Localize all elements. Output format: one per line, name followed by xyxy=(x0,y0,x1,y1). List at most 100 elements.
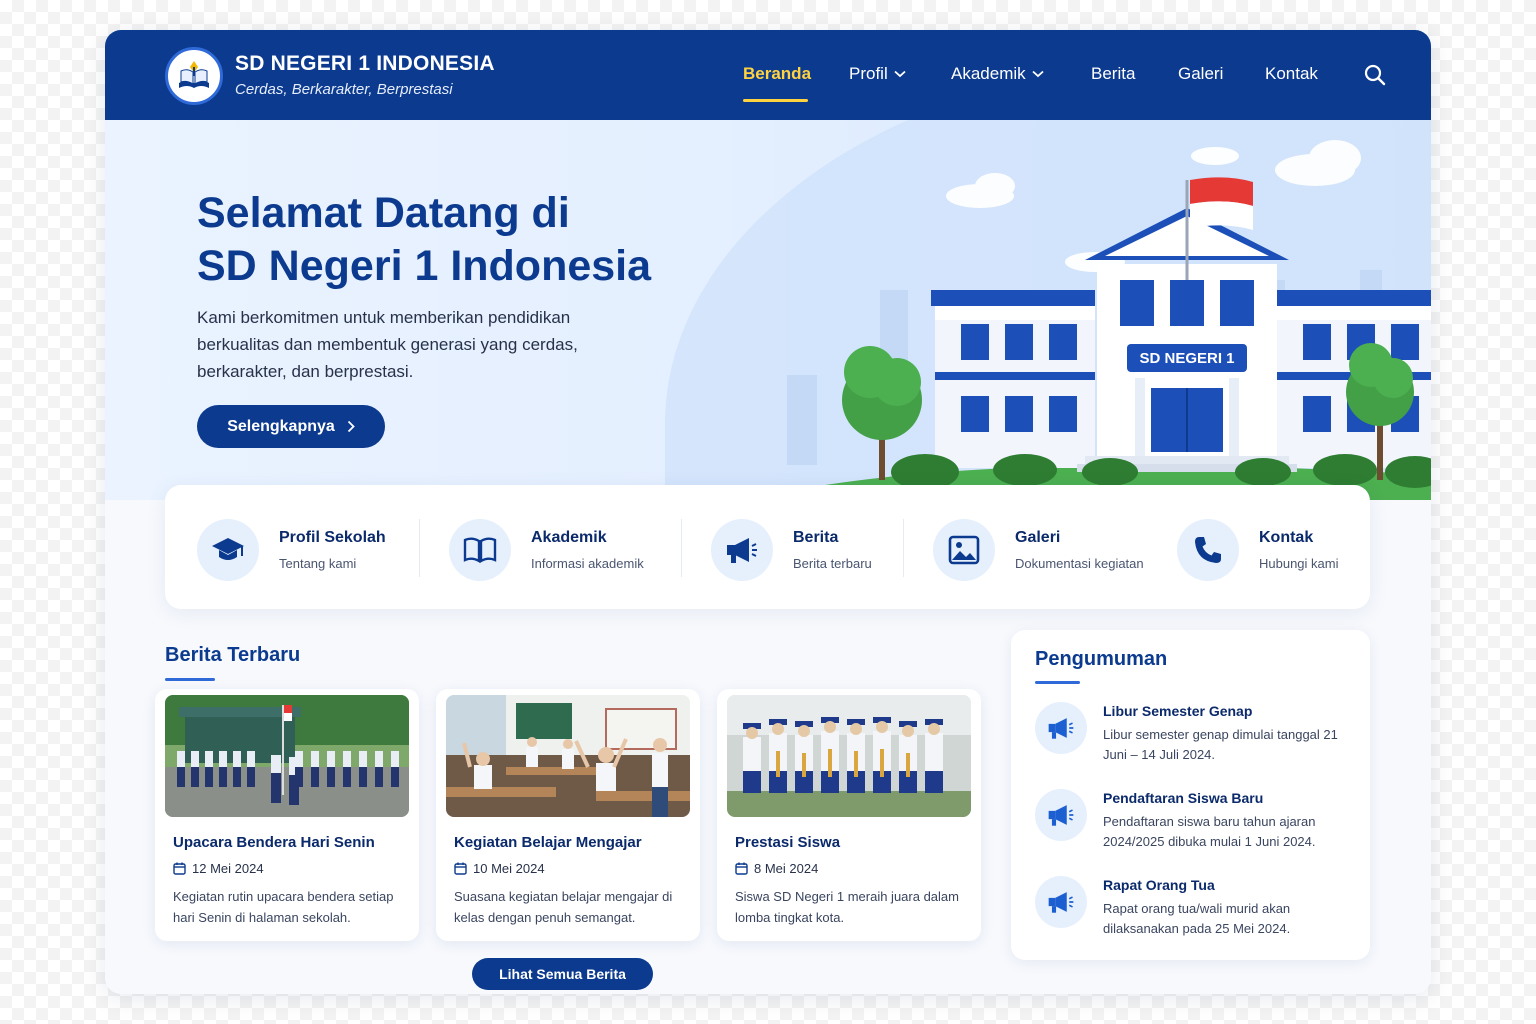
book-icon xyxy=(463,537,497,564)
news-date: 12 Mei 2024 xyxy=(173,861,264,876)
nav-item-akademik[interactable]: Akademik xyxy=(951,64,1044,84)
chevron-right-icon xyxy=(347,420,355,433)
hero-more-button[interactable]: Selengkapnya xyxy=(197,405,385,448)
quick-link-kontak[interactable]: Kontak Hubungi kami xyxy=(1177,519,1339,581)
news-card[interactable]: Kegiatan Belajar Mengajar 10 Mei 2024 Su… xyxy=(436,689,700,941)
nav-label: Berita xyxy=(1091,64,1136,83)
hero-section: Selamat Datang di SD Negeri 1 Indonesia … xyxy=(105,120,1431,500)
quick-links-bar: Profil Sekolah Tentang kami Akademik Inf… xyxy=(165,485,1370,609)
announcement-icon-wrap xyxy=(1035,876,1087,928)
news-date-text: 10 Mei 2024 xyxy=(473,861,545,876)
graduation-cap-icon xyxy=(212,538,244,560)
news-date: 10 Mei 2024 xyxy=(454,861,545,876)
announcement-icon-wrap xyxy=(1035,702,1087,754)
announcement-title: Rapat Orang Tua xyxy=(1103,877,1215,893)
quick-link-subtitle: Hubungi kami xyxy=(1259,556,1339,571)
quick-link-title: Profil Sekolah xyxy=(279,529,386,546)
quick-link-subtitle: Berita terbaru xyxy=(793,556,872,571)
announcement-item[interactable]: Rapat Orang Tua Rapat orang tua/wali mur… xyxy=(1035,876,1343,939)
school-tagline: Cerdas, Berkarakter, Berprestasi xyxy=(235,81,453,98)
divider xyxy=(681,519,682,577)
nav-active-indicator xyxy=(743,99,808,102)
hero-button-label: Selengkapnya xyxy=(227,417,335,435)
quick-link-akademik[interactable]: Akademik Informasi akademik xyxy=(449,519,644,581)
school-name: SD NEGERI 1 INDONESIA xyxy=(235,52,495,75)
quick-icon-wrap xyxy=(1177,519,1239,581)
news-title-underline xyxy=(165,678,215,681)
image-icon xyxy=(948,535,980,565)
announcement-panel: Pengumuman Libur Semester Genap Libur se… xyxy=(1011,630,1370,960)
chevron-down-icon xyxy=(1032,70,1044,78)
news-card[interactable]: Upacara Bendera Hari Senin 12 Mei 2024 K… xyxy=(155,689,419,941)
hero-title-line1: Selamat Datang di xyxy=(197,189,570,237)
news-excerpt: Siswa SD Negeri 1 meraih juara dalam lom… xyxy=(735,889,959,925)
calendar-icon xyxy=(454,862,467,875)
news-excerpt: Suasana kegiatan belajar mengajar di kel… xyxy=(454,889,673,925)
nav-label: Kontak xyxy=(1265,64,1318,83)
chevron-down-icon xyxy=(894,70,906,78)
all-news-button[interactable]: Lihat Semua Berita xyxy=(472,958,653,990)
news-section-title: Berita Terbaru xyxy=(165,644,301,666)
announcement-text: Libur semester genap dimulai tanggal 21 … xyxy=(1103,727,1338,762)
quick-link-subtitle: Informasi akademik xyxy=(531,556,644,571)
book-emblem-icon xyxy=(179,61,209,88)
news-image-prestasi xyxy=(727,695,971,817)
quick-link-title: Galeri xyxy=(1015,529,1061,546)
quick-link-profil[interactable]: Profil Sekolah Tentang kami xyxy=(197,519,386,581)
megaphone-icon xyxy=(1048,718,1074,739)
quick-icon-wrap xyxy=(449,519,511,581)
calendar-icon xyxy=(173,862,186,875)
nav-label: Beranda xyxy=(743,64,812,83)
news-title: Kegiatan Belajar Mengajar xyxy=(454,834,642,851)
news-image-upacara xyxy=(165,695,409,817)
megaphone-icon xyxy=(1048,805,1074,826)
page-frame: SD NEGERI 1 INDONESIA Cerdas, Berkarakte… xyxy=(105,30,1431,994)
news-title: Prestasi Siswa xyxy=(735,834,841,851)
site-header: SD NEGERI 1 INDONESIA Cerdas, Berkarakte… xyxy=(105,30,1431,120)
nav-item-profil[interactable]: Profil xyxy=(849,64,906,84)
nav-item-berita[interactable]: Berita xyxy=(1091,64,1135,84)
hero-title-line2: SD Negeri 1 Indonesia xyxy=(197,242,652,290)
announcement-icon-wrap xyxy=(1035,789,1087,841)
divider xyxy=(419,519,420,577)
news-image-kelas xyxy=(446,695,690,817)
news-date: 8 Mei 2024 xyxy=(735,861,818,876)
divider xyxy=(903,519,904,577)
phone-icon xyxy=(1195,537,1221,563)
announcement-title: Libur Semester Genap xyxy=(1103,703,1253,719)
quick-icon-wrap xyxy=(197,519,259,581)
news-card[interactable]: Prestasi Siswa 8 Mei 2024 Siswa SD Neger… xyxy=(717,689,981,941)
news-title: Upacara Bendera Hari Senin xyxy=(173,834,375,851)
megaphone-icon xyxy=(727,538,757,563)
announcement-item[interactable]: Libur Semester Genap Libur semester gena… xyxy=(1035,702,1343,765)
search-button[interactable] xyxy=(1363,63,1387,92)
building-sign-text: SD NEGERI 1 xyxy=(1139,350,1234,367)
nav-label: Galeri xyxy=(1178,64,1224,83)
announcement-section-title: Pengumuman xyxy=(1035,648,1168,670)
quick-link-subtitle: Dokumentasi kegiatan xyxy=(1015,556,1144,571)
calendar-icon xyxy=(735,862,748,875)
nav-item-galeri[interactable]: Galeri xyxy=(1178,64,1223,84)
news-date-text: 12 Mei 2024 xyxy=(192,861,264,876)
announcement-title: Pendaftaran Siswa Baru xyxy=(1103,790,1264,806)
nav-item-kontak[interactable]: Kontak xyxy=(1265,64,1318,84)
news-date-text: 8 Mei 2024 xyxy=(754,861,819,876)
school-logo[interactable] xyxy=(165,47,223,105)
megaphone-icon xyxy=(1048,892,1074,913)
quick-link-berita[interactable]: Berita Berita terbaru xyxy=(711,519,872,581)
announcement-text: Rapat orang tua/wali murid akan dilaksan… xyxy=(1103,901,1291,936)
nav-item-beranda[interactable]: Beranda xyxy=(743,64,811,84)
school-building-illustration: SD NEGERI 1 xyxy=(787,140,1431,500)
announcement-text: Pendaftaran siswa baru tahun ajaran 2024… xyxy=(1103,814,1316,849)
hero-description: Kami berkomitmen untuk memberikan pendid… xyxy=(197,308,578,381)
quick-link-galeri[interactable]: Galeri Dokumentasi kegiatan xyxy=(933,519,1144,581)
news-excerpt: Kegiatan rutin upacara bendera setiap ha… xyxy=(173,889,394,925)
quick-link-title: Akademik xyxy=(531,529,607,546)
quick-icon-wrap xyxy=(933,519,995,581)
quick-icon-wrap xyxy=(711,519,773,581)
announcement-item[interactable]: Pendaftaran Siswa Baru Pendaftaran siswa… xyxy=(1035,789,1343,852)
nav-label: Akademik xyxy=(951,64,1026,83)
search-icon xyxy=(1364,64,1386,86)
quick-link-title: Berita xyxy=(793,529,839,546)
quick-link-subtitle: Tentang kami xyxy=(279,556,357,571)
